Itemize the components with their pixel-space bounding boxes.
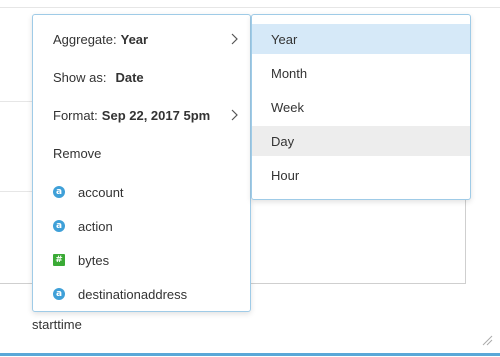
submenu-item-day[interactable]: Day (252, 126, 470, 156)
format-value: Sep 22, 2017 5pm (101, 107, 211, 123)
resize-grip-icon[interactable] (481, 334, 493, 346)
field-name: bytes (78, 252, 110, 268)
divider (0, 101, 34, 102)
field-label-starttime: starttime (32, 317, 82, 332)
submenu-item-label: Day (271, 133, 295, 149)
field-name: destinationaddress (78, 286, 188, 302)
string-type-icon: a (53, 186, 65, 198)
submenu-item-year[interactable]: Year (252, 24, 470, 54)
field-name: account (78, 184, 124, 200)
submenu-item-week[interactable]: Week (252, 92, 470, 122)
show-as-menu-item[interactable]: Show as: Date (33, 60, 250, 94)
format-label: Format: (53, 107, 98, 123)
format-menu-item[interactable]: Format: Sep 22, 2017 5pm (33, 98, 250, 132)
divider (0, 191, 34, 192)
divider (0, 7, 500, 8)
chevron-right-icon (231, 33, 238, 45)
field-item-account[interactable]: a account (33, 175, 250, 209)
remove-label: Remove (53, 145, 102, 161)
field-item-action[interactable]: a action (33, 209, 250, 243)
field-item-bytes[interactable]: # bytes (33, 243, 250, 277)
submenu-item-label: Year (271, 31, 298, 47)
show-as-value: Date (115, 69, 144, 85)
field-item-destinationaddress[interactable]: a destinationaddress (33, 277, 250, 311)
submenu-item-month[interactable]: Month (252, 58, 470, 88)
viz-editor-stage: starttime Aggregate: Year Show as: Date … (0, 0, 500, 357)
field-name: action (78, 218, 113, 234)
aggregate-menu-item[interactable]: Aggregate: Year (33, 22, 250, 56)
aggregate-submenu: Year Month Week Day Hour (251, 14, 471, 200)
submenu-item-label: Month (271, 65, 308, 81)
field-context-menu: Aggregate: Year Show as: Date Format: Se… (32, 14, 251, 312)
submenu-item-label: Week (271, 99, 304, 115)
string-type-icon: a (53, 288, 65, 300)
focus-accent-line (0, 353, 500, 356)
string-type-icon: a (53, 220, 65, 232)
aggregate-label: Aggregate: (53, 31, 117, 47)
show-as-label: Show as: (53, 69, 107, 85)
remove-menu-item[interactable]: Remove (33, 136, 250, 170)
aggregate-value: Year (120, 31, 149, 47)
chevron-right-icon (231, 109, 238, 121)
submenu-item-label: Hour (271, 167, 300, 183)
number-type-icon: # (53, 254, 65, 266)
submenu-item-hour[interactable]: Hour (252, 160, 470, 190)
